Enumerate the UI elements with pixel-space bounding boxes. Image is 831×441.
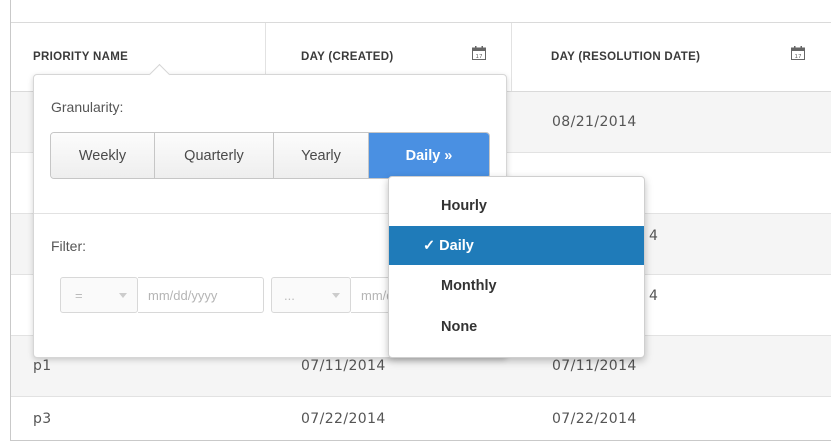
column-divider [511,23,512,91]
table-row: p3 07/22/2014 07/22/2014 [11,397,831,440]
column-header-day-resolution-date[interactable]: DAY (RESOLUTION DATE) [551,23,700,91]
operator-select-1[interactable]: = [60,277,138,313]
svg-text:17: 17 [476,54,483,60]
daily-button[interactable]: Daily » [369,133,489,178]
cell-day-resolution: 4 [649,228,659,244]
yearly-button[interactable]: Yearly [274,133,369,178]
filter-label: Filter: [51,238,86,254]
weekly-button[interactable]: Weekly [51,133,155,178]
date-placeholder: mm/dd/yyyy [148,287,218,303]
menu-item-daily[interactable]: ✓ Daily [389,226,644,265]
granularity-dropdown-menu: Hourly ✓ Daily Monthly None [388,176,645,358]
menu-item-none[interactable]: None [389,307,644,346]
cell-day-resolution: 07/22/2014 [552,411,637,427]
chevron-down-icon [119,293,127,298]
granularity-segmented-control: Weekly Quarterly Yearly Daily » [50,132,490,179]
calendar-icon[interactable]: 17 [472,46,486,60]
operator-select-2[interactable]: ... [271,277,351,313]
calendar-icon[interactable]: 17 [791,46,805,60]
cell-day-created: 07/22/2014 [301,411,386,427]
menu-item-monthly[interactable]: Monthly [389,266,644,305]
chevron-down-icon [332,293,340,298]
cell-day-resolution: 4 [649,288,659,304]
operator-value: ... [284,287,295,303]
operator-value: = [75,287,83,303]
cell-day-resolution: 08/21/2014 [552,114,637,130]
granularity-label: Granularity: [51,99,124,115]
menu-item-hourly[interactable]: Hourly [389,186,644,225]
cell-priority-name: p3 [33,411,52,427]
date-input-1[interactable]: mm/dd/yyyy [138,277,264,313]
svg-text:17: 17 [795,54,802,60]
quarterly-button[interactable]: Quarterly [155,133,274,178]
